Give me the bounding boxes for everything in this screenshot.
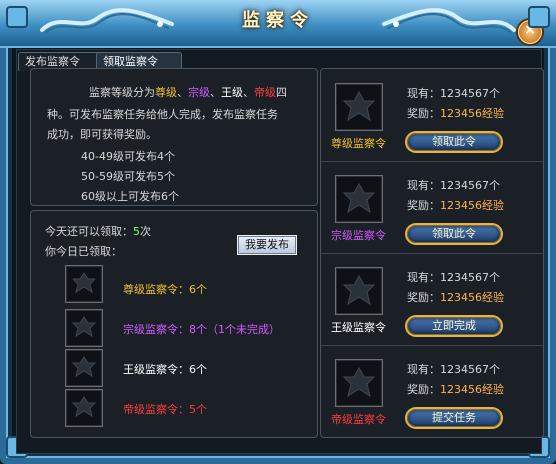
complete-now-button[interactable]: 立即完成	[407, 317, 501, 335]
token-icon	[335, 359, 383, 407]
level-wang: 王级	[221, 86, 243, 99]
reward-line: 奖励：123456经验	[407, 199, 504, 212]
token-icon	[335, 175, 383, 223]
info-line-1: 监察等级分为尊级、宗级、王级、帝级四	[89, 86, 287, 99]
token-item-wang: 王级监察令 现有：1234567个 奖励：123456经验 立即完成	[321, 253, 543, 346]
claimed-zun: 尊级监察令：6个	[123, 283, 207, 296]
title-bar: 监察令 ×	[0, 0, 556, 48]
token-name: 帝级监察令	[331, 413, 386, 426]
token-slot-wang	[65, 349, 103, 387]
submit-task-button[interactable]: 提交任务	[407, 409, 501, 427]
info-line-3: 成功，即可获得奖励。	[47, 128, 157, 141]
token-name: 王级监察令	[331, 321, 386, 334]
reward-line: 奖励：123456经验	[407, 107, 504, 120]
claimed-wang: 王级监察令：6个	[123, 363, 207, 376]
level-di: 帝级	[254, 86, 276, 99]
level-zun: 尊级	[155, 86, 177, 99]
token-icon	[335, 267, 383, 315]
token-item-di: 帝级监察令 现有：1234567个 奖励：123456经验 提交任务	[321, 345, 543, 437]
token-slot-zong	[65, 309, 103, 347]
frame-corner-top-left	[6, 6, 28, 28]
today-count: 5	[133, 225, 140, 238]
publish-button[interactable]: 我要发布	[237, 235, 297, 255]
window-title: 监察令	[242, 10, 314, 31]
rule-1: 40-49级可发布4个	[81, 150, 175, 163]
owned-line: 现有：1234567个	[407, 363, 500, 376]
token-slot-di	[65, 389, 103, 427]
frame-corner-top-right	[528, 6, 550, 28]
token-list-panel: 尊级监察令 现有：1234567个 奖励：123456经验 领取此令 宗级监察令…	[320, 68, 544, 438]
token-slot-zun	[65, 265, 103, 303]
token-item-zong: 宗级监察令 现有：1234567个 奖励：123456经验 领取此令	[321, 161, 543, 254]
token-name: 宗级监察令	[331, 229, 386, 242]
received-label: 你今日已领取：	[45, 245, 122, 258]
token-item-zun: 尊级监察令 现有：1234567个 奖励：123456经验 领取此令	[321, 69, 543, 162]
rule-3: 60级以上可发布6个	[81, 190, 179, 203]
token-icon	[335, 83, 383, 131]
level-zong: 宗级	[188, 86, 210, 99]
claim-panel: 今天还可以领取：5次 你今日已领取： 我要发布 尊级监察令：6个 宗级监察令：8…	[30, 210, 318, 438]
info-panel: 监察等级分为尊级、宗级、王级、帝级四 种。可发布监察任务给他人完成，发布监察任务…	[30, 68, 318, 206]
rule-2: 50-59级可发布5个	[81, 170, 175, 183]
owned-line: 现有：1234567个	[407, 179, 500, 192]
claim-token-button[interactable]: 领取此令	[407, 225, 501, 243]
owned-line: 现有：1234567个	[407, 271, 500, 284]
reward-line: 奖励：123456经验	[407, 383, 504, 396]
reward-line: 奖励：123456经验	[407, 291, 504, 304]
claimed-di: 帝级监察令：5个	[123, 403, 207, 416]
claimed-zong: 宗级监察令：8个（1个未完成）	[123, 323, 280, 336]
claim-token-button[interactable]: 领取此令	[407, 133, 501, 151]
owned-line: 现有：1234567个	[407, 87, 500, 100]
token-name: 尊级监察令	[331, 137, 386, 150]
today-remaining: 今天还可以领取：5次	[45, 225, 151, 238]
info-line-2: 种。可发布监察任务给他人完成，发布监察任务	[47, 108, 278, 121]
